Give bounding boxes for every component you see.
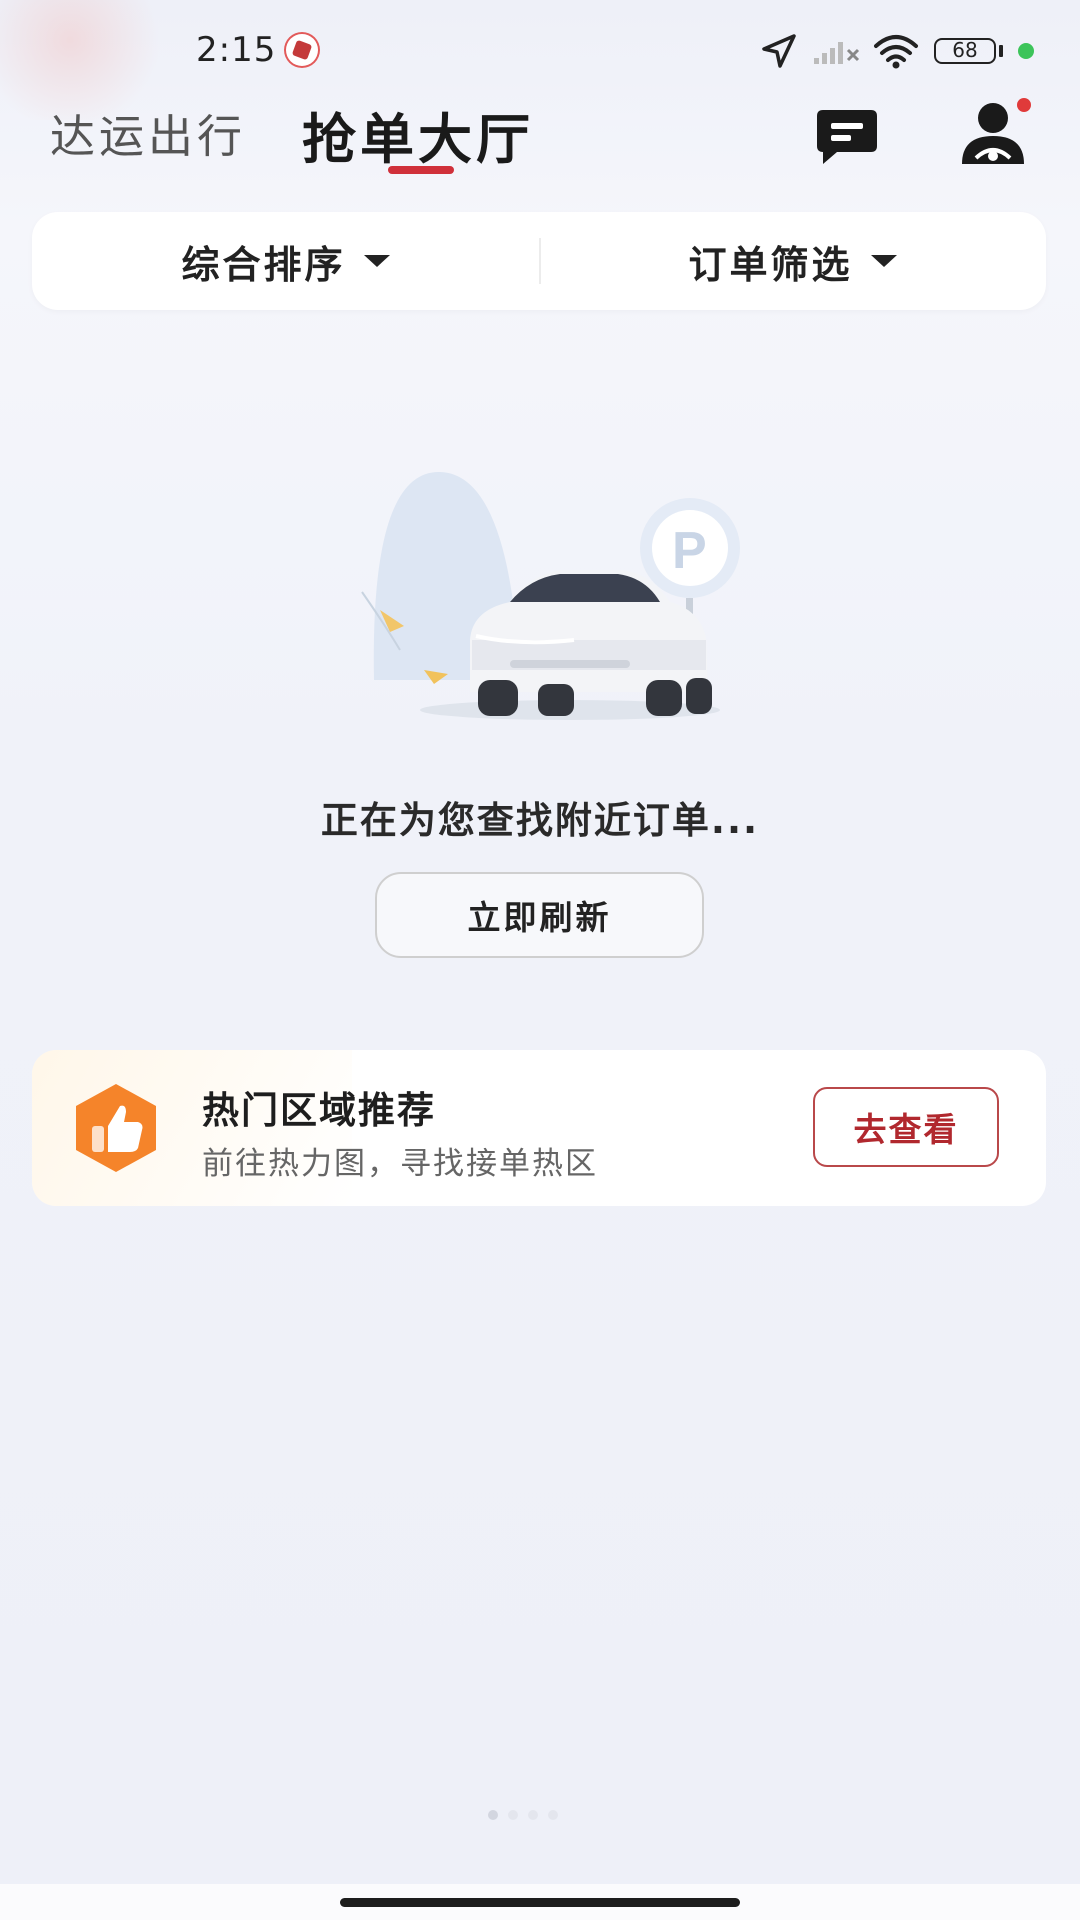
tab-dayun-travel[interactable]: 达运出行 — [50, 100, 246, 165]
location-arrow-icon — [762, 34, 796, 68]
caret-down-icon — [870, 255, 897, 267]
sort-label: 综合排序 — [181, 242, 346, 287]
order-filter-dropdown[interactable]: 订单筛选 — [539, 212, 1046, 310]
privacy-indicator-dot — [1018, 43, 1034, 59]
app-notification-icon — [284, 32, 320, 68]
hot-area-title: 热门区域推荐 — [202, 1089, 436, 1132]
page-dot — [508, 1810, 518, 1820]
status-bar: 2:15 68 — [0, 0, 1080, 100]
tab-order-hall[interactable]: 抢单大厅 — [302, 95, 534, 174]
page-indicator — [488, 1810, 558, 1820]
filter-bar: 综合排序 订单筛选 — [32, 212, 1046, 310]
car-parking-illustration: P — [361, 471, 740, 720]
sort-dropdown[interactable]: 综合排序 — [32, 212, 539, 310]
driver-profile-icon[interactable] — [958, 100, 1028, 166]
battery-tip — [999, 45, 1003, 57]
order-filter-label: 订单筛选 — [688, 242, 853, 287]
hot-area-subtitle: 前往热力图，寻找接单热区 — [202, 1146, 598, 1182]
hot-area-card[interactable]: 热门区域推荐 前往热力图，寻找接单热区 去查看 — [32, 1050, 1046, 1206]
refresh-button[interactable]: 立即刷新 — [375, 872, 704, 958]
home-indicator[interactable] — [340, 1898, 740, 1907]
page-dot — [488, 1810, 498, 1820]
searching-orders-text: 正在为您查找附近订单... — [320, 799, 760, 842]
page-dot — [548, 1810, 558, 1820]
active-tab-indicator — [388, 166, 454, 174]
page-dot — [528, 1810, 538, 1820]
thumbs-up-icon — [76, 1084, 156, 1172]
wifi-icon — [874, 35, 918, 69]
view-heatmap-button[interactable]: 去查看 — [813, 1087, 999, 1167]
battery-icon: 68 — [934, 38, 996, 64]
signal-icon — [814, 42, 860, 64]
message-icon[interactable] — [815, 108, 879, 166]
notification-dot — [1017, 98, 1031, 112]
status-time: 2:15 — [196, 30, 277, 70]
caret-down-icon — [363, 255, 390, 267]
svg-text:P: P — [672, 522, 707, 580]
